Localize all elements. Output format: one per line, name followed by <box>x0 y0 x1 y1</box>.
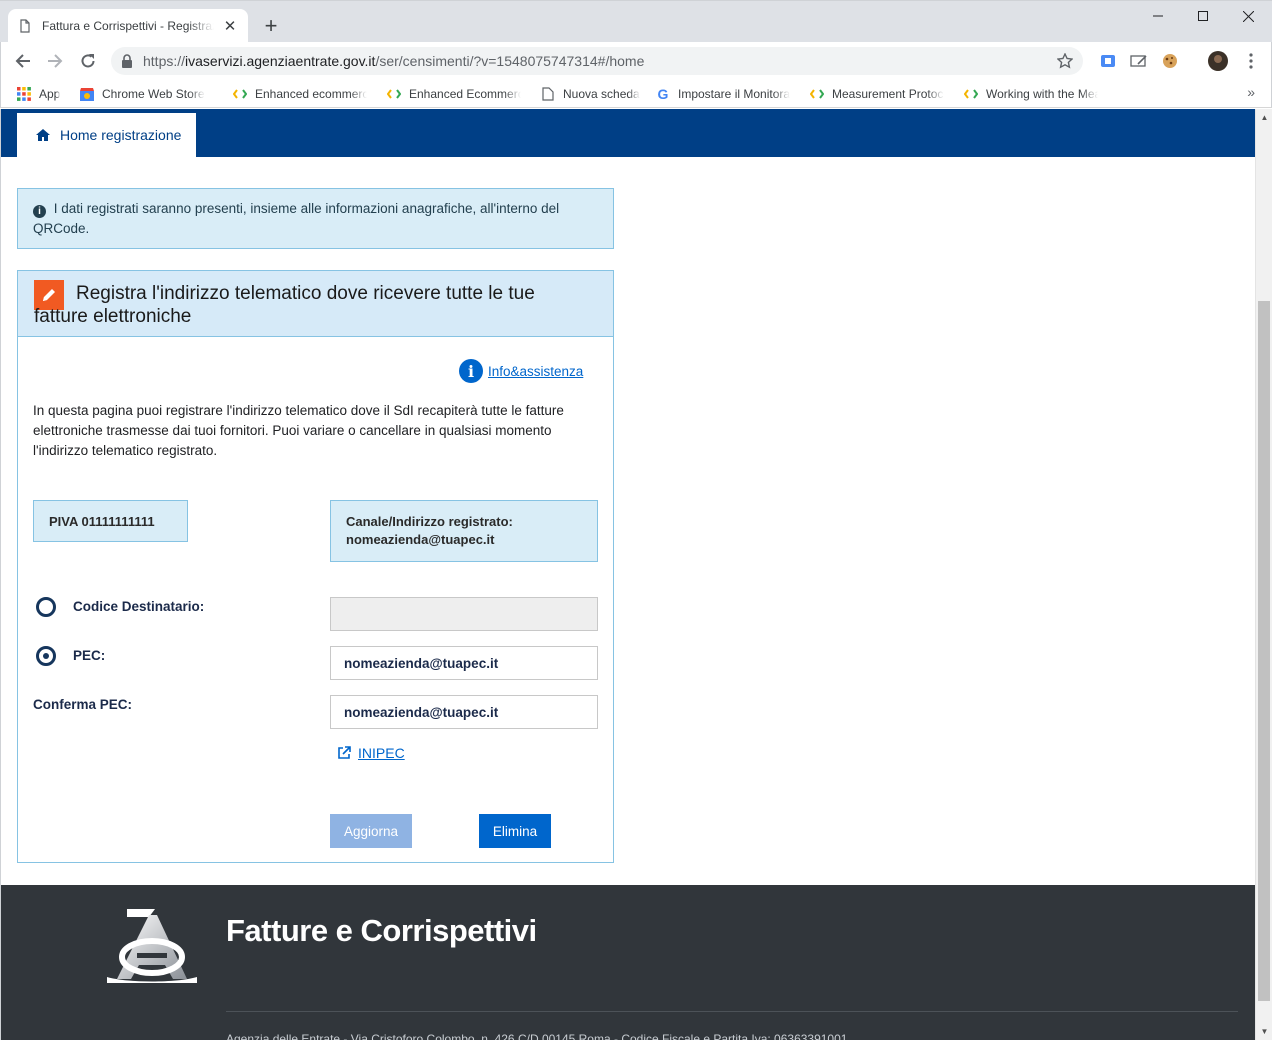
panel-description: In questa pagina puoi registrare l'indir… <box>33 403 564 458</box>
info-circle-icon: i <box>459 359 483 383</box>
top-navbar: Home registrazione <box>1 109 1255 157</box>
browser-toolbar: https://ivaservizi.agenziaentrate.gov.it… <box>0 42 1272 80</box>
new-tab-button[interactable]: + <box>258 13 284 39</box>
address-bar[interactable]: https://ivaservizi.agenziaentrate.gov.it… <box>111 47 1083 75</box>
panel-title: Registra l'indirizzo telematico dove ric… <box>34 283 535 327</box>
inipec-link-group[interactable]: INIPEC <box>337 745 405 761</box>
bookmark-label: Chrome Web Store <box>102 87 205 101</box>
codice-destinatario-label: Codice Destinatario: <box>73 599 205 614</box>
cookie-icon[interactable] <box>1159 50 1181 72</box>
scrollbar-thumb[interactable] <box>1258 301 1270 1001</box>
kebab-menu-icon[interactable] <box>1240 50 1262 72</box>
bookmark-apps[interactable]: App <box>16 85 60 103</box>
bookmark-label: Measurement Protocol <box>832 87 944 101</box>
scroll-down-icon[interactable]: ▼ <box>1256 1023 1272 1040</box>
pec-radio[interactable] <box>36 646 56 666</box>
bookmark-star-icon[interactable] <box>1054 50 1076 72</box>
bookmark-label: Nuova scheda <box>563 87 640 101</box>
tab-title: Fattura e Corrispettivi - Registrazione <box>42 19 214 33</box>
scroll-up-icon[interactable]: ▲ <box>1256 109 1272 126</box>
close-window-icon[interactable] <box>1225 1 1271 31</box>
home-tab-label: Home registrazione <box>60 127 182 143</box>
avatar[interactable] <box>1207 50 1229 72</box>
agenzia-entrate-logo <box>107 905 197 986</box>
help-link[interactable]: i Info&assistenza <box>459 359 583 383</box>
bookmarks-overflow-button[interactable]: » <box>1247 84 1255 100</box>
tab-strip: Fattura e Corrispettivi - Registrazione … <box>0 0 1272 43</box>
registered-channel-label: Canale/Indirizzo registrato: <box>346 514 513 529</box>
pec-label: PEC: <box>73 648 106 663</box>
info-alert-text: I dati registrati saranno presenti, insi… <box>33 201 560 236</box>
conferma-pec-label: Conferma PEC: <box>33 697 133 712</box>
info-assistenza-link[interactable]: Info&assistenza <box>488 364 583 379</box>
bookmark-label: Enhanced ecommerce <box>255 87 367 101</box>
url-text: https://ivaservizi.agenziaentrate.gov.it… <box>143 53 645 69</box>
code-icon <box>386 86 402 102</box>
bookmark-enhanced-ecommerce-1[interactable]: Enhanced ecommerce <box>232 85 367 103</box>
forward-button[interactable] <box>42 48 68 74</box>
aggiorna-button[interactable]: Aggiorna <box>330 814 412 848</box>
extension-tag-icon[interactable] <box>1097 50 1119 72</box>
footer-divider <box>226 1011 1238 1012</box>
browser-tab[interactable]: Fattura e Corrispettivi - Registrazione … <box>8 9 248 43</box>
registered-channel-value: nomeazienda@tuapec.it <box>346 532 495 547</box>
pec-input[interactable]: nomeazienda@tuapec.it <box>330 646 598 680</box>
bookmarks-bar: App Chrome Web Store Enhanced ecommerce … <box>0 80 1272 108</box>
codice-destinatario-radio[interactable] <box>36 597 56 617</box>
arrow-left-icon <box>15 54 30 68</box>
bookmark-label: Working with the Measurement <box>986 87 1098 101</box>
page-icon <box>540 86 556 102</box>
inipec-link[interactable]: INIPEC <box>358 745 405 761</box>
bookmark-working-with-the-measurement[interactable]: Working with the Measurement <box>963 85 1098 103</box>
close-tab-icon[interactable]: ✕ <box>222 18 238 35</box>
codice-destinatario-input[interactable] <box>330 597 598 631</box>
google-icon: G <box>657 86 669 102</box>
registered-channel-box: Canale/Indirizzo registrato: nomeazienda… <box>330 500 598 562</box>
footer-address: Agenzia delle Entrate - Via Cristoforo C… <box>226 1032 848 1040</box>
extension-edit-icon[interactable] <box>1128 50 1150 72</box>
bookmark-measurement-protocol[interactable]: Measurement Protocol <box>809 85 944 103</box>
tab-home-registrazione[interactable]: Home registrazione <box>17 113 196 157</box>
bookmark-enhanced-ecommerce-2[interactable]: Enhanced Ecommerce <box>386 85 521 103</box>
minimize-icon[interactable] <box>1135 1 1181 31</box>
bookmark-label: App <box>39 87 61 101</box>
lock-icon <box>122 54 132 68</box>
code-icon <box>963 86 979 102</box>
reload-icon <box>81 54 95 68</box>
bookmark-chrome-web-store[interactable]: Chrome Web Store <box>79 85 205 103</box>
info-alert: i I dati registrati saranno presenti, in… <box>17 188 614 249</box>
bookmark-label: Impostare il Monitoraggio <box>678 87 790 101</box>
maximize-icon[interactable] <box>1180 1 1226 31</box>
code-icon <box>232 86 248 102</box>
bookmark-nuova-scheda[interactable]: Nuova scheda <box>540 85 640 103</box>
arrow-right-icon <box>48 54 63 68</box>
bookmark-label: Enhanced Ecommerce <box>409 87 521 101</box>
document-icon <box>18 19 32 33</box>
back-button[interactable] <box>10 48 36 74</box>
reload-button[interactable] <box>75 48 101 74</box>
apps-grid-icon <box>16 86 32 102</box>
info-icon: i <box>33 205 46 218</box>
external-link-icon <box>338 746 351 759</box>
page-footer: Fatture e Corrispettivi Agenzia delle En… <box>1 885 1255 1040</box>
page-viewport: Home registrazione i I dati registrati s… <box>0 109 1272 1040</box>
piva-badge: PIVA 01111111111 <box>33 500 188 542</box>
footer-title: Fatture e Corrispettivi <box>226 913 537 948</box>
home-icon <box>36 129 50 141</box>
elimina-button[interactable]: Elimina <box>479 814 551 848</box>
registration-panel: Registra l'indirizzo telematico dove ric… <box>17 270 614 863</box>
page-scrollbar[interactable]: ▲ ▼ <box>1255 109 1272 1040</box>
bookmark-impostare-monitoraggio[interactable]: G Impostare il Monitoraggio <box>655 85 790 103</box>
conferma-pec-input[interactable]: nomeazienda@tuapec.it <box>330 695 598 729</box>
chrome-store-icon <box>79 86 95 102</box>
code-icon <box>809 86 825 102</box>
panel-header: Registra l'indirizzo telematico dove ric… <box>18 271 613 337</box>
